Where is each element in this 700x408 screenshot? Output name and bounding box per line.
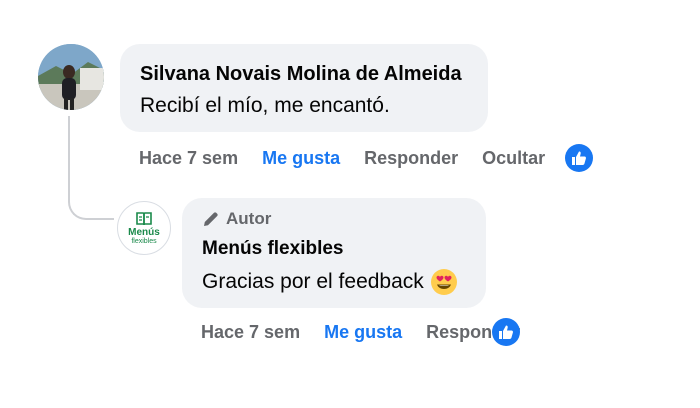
comment-timestamp[interactable]: Hace 7 sem <box>139 148 238 169</box>
pencil-icon <box>204 212 218 226</box>
heart-eyes-emoji-icon <box>430 269 457 295</box>
comment-actions: Hace 7 sem Me gusta Responder Ocultar <box>139 148 569 169</box>
reply-author-name[interactable]: Menús flexibles <box>202 238 344 260</box>
thumbs-up-icon <box>565 144 593 172</box>
reply-text-row: Gracias por el feedback <box>202 268 458 296</box>
like-button[interactable]: Me gusta <box>262 148 340 169</box>
reply-timestamp[interactable]: Hace 7 sem <box>201 322 300 343</box>
reply-bubble: Autor Menús flexibles Gracias por el fee… <box>182 198 486 308</box>
comment-author-name[interactable]: Silvana Novais Molina de Almeida <box>140 63 462 86</box>
avatar[interactable] <box>38 44 104 110</box>
page-logo-text: Menús <box>128 226 160 238</box>
comment-bubble: Silvana Novais Molina de Almeida Recibí … <box>120 44 488 132</box>
page-logo-avatar[interactable]: Menús flexibles <box>117 201 171 255</box>
author-badge: Autor <box>202 209 271 229</box>
reply-like-button[interactable]: Me gusta <box>324 322 402 343</box>
menu-book-icon <box>136 211 152 225</box>
page-logo-subtext: flexibles <box>131 237 157 245</box>
reply-text: Gracias por el feedback <box>202 270 424 293</box>
reply-button[interactable]: Responder <box>364 148 458 169</box>
hide-button[interactable]: Ocultar <box>482 148 545 169</box>
author-badge-label: Autor <box>226 209 272 228</box>
thread-connector-line <box>68 116 114 220</box>
comment-text: Recibí el mío, me encantó. <box>140 94 390 117</box>
reply-thumbs-up-icon <box>492 318 520 346</box>
